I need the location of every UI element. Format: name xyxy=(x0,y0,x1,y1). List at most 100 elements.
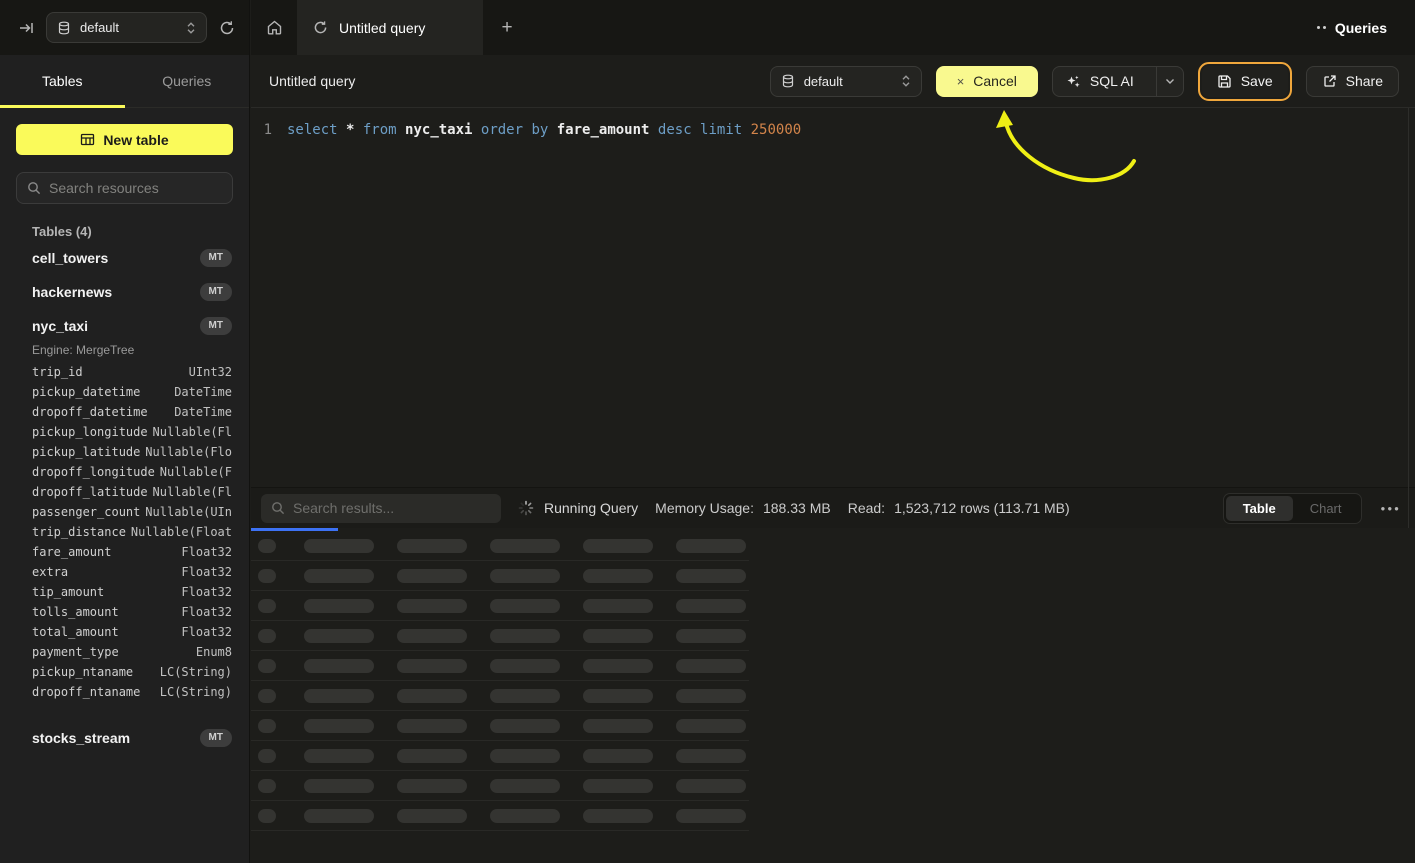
queries-button[interactable]: Queries xyxy=(1317,0,1415,55)
save-label: Save xyxy=(1241,73,1273,89)
save-button[interactable]: Save xyxy=(1202,66,1288,97)
column-name: dropoff_latitude xyxy=(32,485,148,499)
skeleton-cell xyxy=(258,749,276,763)
new-table-button[interactable]: New table xyxy=(16,124,233,155)
sql-editor[interactable]: 1 select * from nyc_taxi order by fare_a… xyxy=(251,108,1415,487)
more-options-button[interactable]: ●●● xyxy=(1381,504,1402,513)
column-name: trip_distance xyxy=(32,525,126,539)
engine-label: Engine: MergeTree xyxy=(16,343,233,363)
column-name: extra xyxy=(32,565,68,579)
refresh-button[interactable] xyxy=(219,20,235,36)
save-highlight-ring: Save xyxy=(1198,62,1292,101)
skeleton-row xyxy=(251,651,749,681)
database-selector[interactable]: default xyxy=(46,12,207,43)
column-row: fare_amountFloat32 xyxy=(32,545,232,565)
skeleton-cell xyxy=(304,749,374,763)
table-row[interactable]: nyc_taxiMT xyxy=(16,309,233,343)
query-database-selector[interactable]: default xyxy=(770,66,922,97)
sidebar-tab-tables[interactable]: Tables xyxy=(0,55,125,107)
sql-ai-button[interactable]: SQL AI xyxy=(1052,66,1184,97)
topbar-spacer xyxy=(531,0,1317,55)
resource-search-input[interactable] xyxy=(49,180,230,196)
column-row: tolls_amountFloat32 xyxy=(32,605,232,625)
column-type: DateTime xyxy=(174,405,232,419)
sql-token: nyc_taxi xyxy=(405,122,481,138)
results-area xyxy=(251,528,1415,863)
skeleton-cell xyxy=(304,569,374,583)
column-row: total_amount Float32 xyxy=(32,625,232,645)
database-icon xyxy=(781,74,795,88)
sql-ai-main[interactable]: SQL AI xyxy=(1053,67,1147,96)
column-type: Float32 xyxy=(181,625,232,639)
sql-console-app: default TablesQueries New table xyxy=(0,0,1415,863)
skeleton-cell xyxy=(258,809,276,823)
skeleton-cell xyxy=(397,539,467,553)
skeleton-row xyxy=(251,741,749,771)
column-name: total_amount xyxy=(32,625,119,639)
chevron-updown-icon xyxy=(186,21,196,35)
results-search-input[interactable] xyxy=(293,500,491,516)
new-tab-button[interactable]: + xyxy=(483,0,531,55)
cancel-button[interactable]: × Cancel xyxy=(936,66,1038,97)
sql-token: order by xyxy=(481,122,557,138)
skeleton-cell xyxy=(397,659,467,673)
skeleton-cell xyxy=(304,629,374,643)
column-row: tip_amountFloat32 xyxy=(32,585,232,605)
tab-untitled-query[interactable]: Untitled query xyxy=(297,0,483,55)
skeleton-cell xyxy=(583,599,653,613)
share-button[interactable]: Share xyxy=(1306,66,1399,97)
collapse-sidebar-icon xyxy=(18,20,34,36)
home-button[interactable] xyxy=(251,0,297,55)
query-title: Untitled query xyxy=(269,73,355,89)
column-name: passenger_count xyxy=(32,505,140,519)
view-tab-table[interactable]: Table xyxy=(1226,496,1293,521)
table-name: stocks_stream xyxy=(32,730,130,746)
sql-ai-dropdown-button[interactable] xyxy=(1156,67,1183,96)
memory-usage: Memory Usage: 188.33 MB xyxy=(655,500,831,516)
skeleton-cell xyxy=(583,659,653,673)
skeleton-cell xyxy=(676,629,746,643)
table-row[interactable]: cell_towersMT xyxy=(16,241,233,275)
skeleton-cell xyxy=(397,779,467,793)
skeleton-cell xyxy=(583,689,653,703)
skeleton-cell xyxy=(397,749,467,763)
sql-token: from xyxy=(363,122,405,138)
column-name: payment_type xyxy=(32,645,119,659)
running-status: Running Query xyxy=(518,500,638,516)
skeleton-cell xyxy=(676,749,746,763)
column-name: pickup_latitude xyxy=(32,445,140,459)
skeleton-row xyxy=(251,771,749,801)
column-row: pickup_longitudeNullable(Fl xyxy=(32,425,232,445)
skeleton-cell xyxy=(258,689,276,703)
skeleton-cell xyxy=(490,569,560,583)
ellipsis-icon: ●●● xyxy=(1381,504,1402,513)
read-label: Read: xyxy=(848,500,885,516)
cancel-label: Cancel xyxy=(973,73,1017,89)
tables-list: cell_towersMThackernewsMTnyc_taxiMTEngin… xyxy=(16,241,233,755)
sql-token: * xyxy=(346,122,363,138)
column-type: Nullable(Flo xyxy=(145,445,232,459)
chevron-down-icon xyxy=(1165,78,1175,85)
column-type: Nullable(Fl xyxy=(153,485,232,499)
view-tab-chart[interactable]: Chart xyxy=(1293,496,1359,521)
skeleton-cell xyxy=(304,809,374,823)
main-area: Untitled query + Queries Untitled query … xyxy=(251,0,1415,863)
sql-token: 250000 xyxy=(751,122,802,138)
results-toolbar: Running Query Memory Usage: 188.33 MB Re… xyxy=(251,487,1415,528)
editor-scrollbar[interactable] xyxy=(1408,108,1409,529)
skeleton-cell xyxy=(304,659,374,673)
table-row[interactable]: stocks_streamMT xyxy=(16,721,233,755)
skeleton-cell xyxy=(397,569,467,583)
skeleton-cell xyxy=(490,779,560,793)
search-icon xyxy=(27,181,41,195)
skeleton-cell xyxy=(397,629,467,643)
collapse-sidebar-button[interactable] xyxy=(18,20,34,36)
skeleton-cell xyxy=(304,689,374,703)
skeleton-cell xyxy=(490,719,560,733)
sidebar-tab-queries[interactable]: Queries xyxy=(125,55,250,107)
table-name: hackernews xyxy=(32,284,112,300)
table-row[interactable]: hackernewsMT xyxy=(16,275,233,309)
column-type: Nullable(UIn xyxy=(145,505,232,519)
skeleton-row xyxy=(251,621,749,651)
skeleton-cell xyxy=(490,689,560,703)
